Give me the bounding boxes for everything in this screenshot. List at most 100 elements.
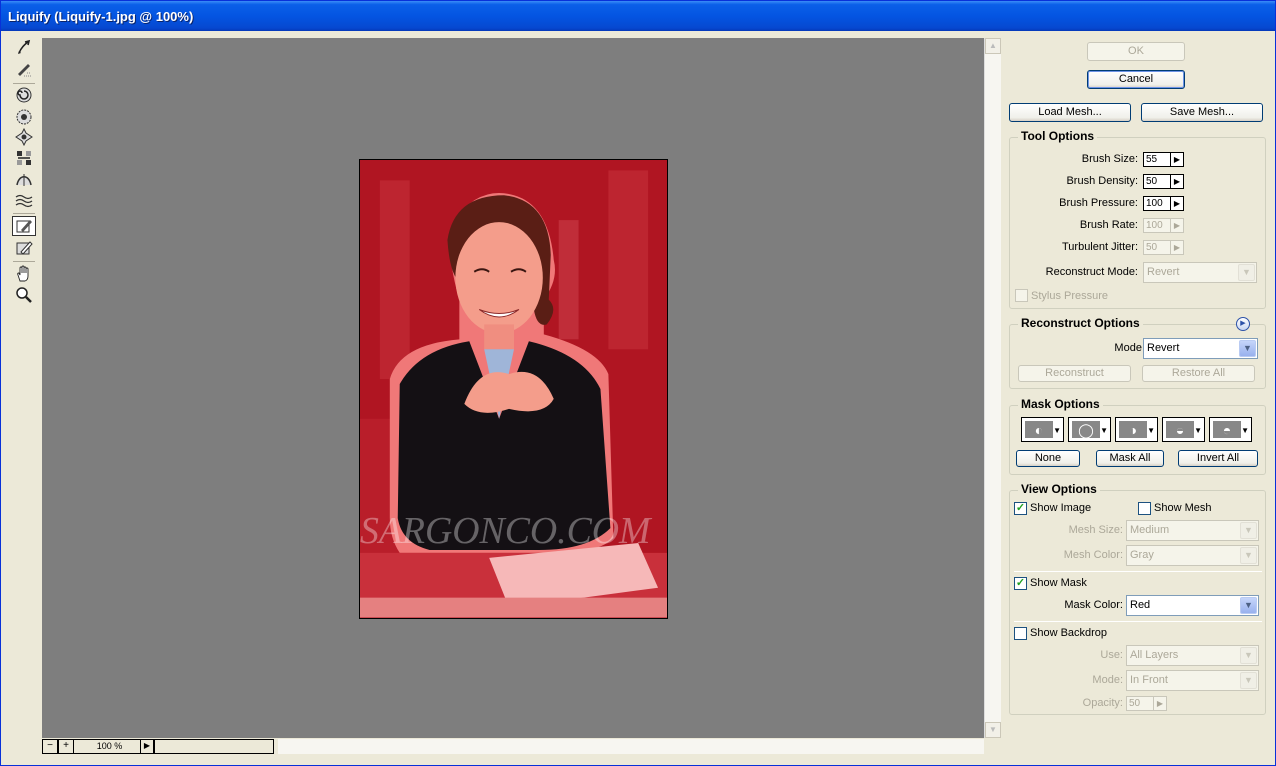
turbulent-jitter-field[interactable]: 50 [1143, 240, 1171, 255]
reconstruct-mode-dropdown[interactable]: Revert ▼ [1143, 338, 1258, 359]
turbulent-jitter-label: Turbulent Jitter: [1061, 241, 1138, 253]
twirl-clockwise-tool-icon[interactable] [12, 85, 36, 105]
thaw-mask-tool-icon[interactable] [12, 238, 36, 258]
brush-pressure-field[interactable]: 100 [1143, 196, 1171, 211]
mask-color-select[interactable]: Red ▼ [1126, 595, 1259, 616]
chevron-down-icon: ▼ [1240, 522, 1257, 539]
push-left-tool-icon[interactable] [12, 148, 36, 168]
zoom-tool-icon[interactable] [12, 285, 36, 305]
image-preview[interactable]: SARGONCO.COM [359, 159, 668, 619]
pucker-tool-icon[interactable] [12, 107, 36, 127]
bloat-tool-icon[interactable] [12, 127, 36, 147]
reconstruct-mode-value: Revert [1147, 266, 1180, 278]
load-mesh-button[interactable]: Load Mesh... [1009, 103, 1131, 122]
backdrop-use-label: Use: [1100, 649, 1123, 661]
mesh-color-label: Mesh Color: [1063, 549, 1123, 561]
hand-tool-icon[interactable] [12, 264, 36, 284]
backdrop-mode-value: In Front [1130, 674, 1168, 686]
show-backdrop-checkbox[interactable] [1014, 627, 1027, 640]
reconstruct-button[interactable]: Reconstruct [1018, 365, 1131, 382]
backdrop-use-select[interactable]: All Layers ▼ [1126, 645, 1259, 666]
show-mesh-checkbox[interactable] [1138, 502, 1151, 515]
brush-pressure-arrow-icon[interactable]: ▶ [1171, 196, 1184, 211]
toolbox-divider [13, 83, 35, 84]
mask-options-title: Mask Options [1018, 397, 1103, 411]
show-backdrop-label: Show Backdrop [1030, 627, 1108, 639]
liquify-dialog: Liquify (Liquify-1.jpg @ 100%) SARGONCO.… [0, 0, 1276, 766]
mesh-size-select[interactable]: Medium ▼ [1126, 520, 1259, 541]
mask-none-button[interactable]: None [1016, 450, 1080, 467]
tool-options-title: Tool Options [1018, 129, 1098, 143]
mask-add-button[interactable]: ◯ ▼ [1068, 417, 1111, 442]
brush-density-field[interactable]: 50 [1143, 174, 1171, 189]
reconstruct-options-title: Reconstruct Options [1018, 316, 1143, 330]
chevron-down-icon: ▼ [1238, 264, 1255, 281]
view-options-group: View Options ✓ Show Image Show Mesh Mesh… [1009, 482, 1266, 715]
cancel-button[interactable]: Cancel [1087, 70, 1185, 89]
chevron-down-icon: ▼ [1240, 547, 1257, 564]
freeze-mask-tool-icon[interactable] [12, 216, 36, 236]
brush-size-arrow-icon[interactable]: ▶ [1171, 152, 1184, 167]
mask-replace-button[interactable]: ◐ ▼ [1021, 417, 1064, 442]
watermark-text: SARGONCO.COM [360, 510, 653, 552]
save-mesh-button[interactable]: Save Mesh... [1141, 103, 1263, 122]
opacity-arrow-icon[interactable]: ▶ [1154, 696, 1167, 711]
mask-color-label: Mask Color: [1064, 599, 1123, 611]
invert-all-button[interactable]: Invert All [1178, 450, 1258, 467]
show-mask-checkbox[interactable]: ✓ [1014, 577, 1027, 590]
zoom-out-button[interactable]: − [42, 739, 58, 754]
mask-intersect-icon: ◒ [1166, 421, 1194, 438]
scroll-up-icon[interactable]: ▲ [985, 38, 1001, 54]
tool-options-group: Tool Options Brush Size: 55 ▶ Brush Dens… [1009, 129, 1266, 309]
stylus-pressure-checkbox[interactable] [1015, 289, 1028, 302]
zoom-menu-button[interactable]: ▶ [140, 739, 154, 754]
mask-invert-icon: ◓ [1213, 421, 1241, 438]
mask-replace-icon: ◐ [1025, 421, 1053, 438]
view-divider [1014, 621, 1262, 622]
toolbox [5, 33, 41, 765]
vertical-scrollbar[interactable]: ▲ ▼ [984, 38, 1001, 738]
mask-subtract-button[interactable]: ◑ ▼ [1115, 417, 1158, 442]
reconstruct-menu-icon[interactable]: ▶ [1236, 317, 1250, 331]
ok-button[interactable]: OK [1087, 42, 1185, 61]
reconstruct-options-group: Reconstruct Options ▶ Mode: Revert ▼ Rec… [1009, 316, 1266, 389]
backdrop-mode-label: Mode: [1092, 674, 1123, 686]
show-image-checkbox[interactable]: ✓ [1014, 502, 1027, 515]
horizontal-scrollbar[interactable] [278, 739, 984, 754]
turbulence-tool-icon[interactable] [12, 190, 36, 210]
zoom-level[interactable]: 100 % [74, 739, 146, 754]
chevron-down-icon: ▼ [1239, 340, 1256, 357]
mesh-size-value: Medium [1130, 524, 1170, 536]
brush-size-label: Brush Size: [1081, 153, 1138, 165]
brush-rate-arrow-icon[interactable]: ▶ [1171, 218, 1184, 233]
mesh-color-select[interactable]: Gray ▼ [1126, 545, 1259, 566]
forward-warp-tool-icon[interactable] [12, 37, 36, 57]
brush-density-label: Brush Density: [1066, 175, 1138, 187]
show-image-label: Show Image [1030, 502, 1092, 514]
backdrop-opacity-field[interactable]: 50 [1126, 696, 1154, 711]
mask-all-button[interactable]: Mask All [1096, 450, 1164, 467]
zoom-bar: − + 100 % ▶ [42, 738, 1001, 755]
mask-invert-button[interactable]: ◓ ▼ [1209, 417, 1252, 442]
chevron-down-icon: ▼ [1240, 672, 1257, 689]
mirror-tool-icon[interactable] [12, 169, 36, 189]
brush-rate-label: Brush Rate: [1079, 219, 1138, 231]
toolbox-divider [13, 213, 35, 214]
brush-density-arrow-icon[interactable]: ▶ [1171, 174, 1184, 189]
turbulent-jitter-arrow-icon[interactable]: ▶ [1171, 240, 1184, 255]
preview-canvas[interactable]: SARGONCO.COM [42, 38, 984, 738]
brush-rate-field[interactable]: 100 [1143, 218, 1171, 233]
reconstruct-tool-icon[interactable] [12, 59, 36, 79]
mask-intersect-button[interactable]: ◒ ▼ [1162, 417, 1205, 442]
mask-subtract-icon: ◑ [1119, 421, 1147, 438]
restore-all-button[interactable]: Restore All [1142, 365, 1255, 382]
reconstruct-mode-select[interactable]: Revert ▼ [1143, 262, 1257, 283]
chevron-down-icon: ▼ [1240, 647, 1257, 664]
title-bar[interactable]: Liquify (Liquify-1.jpg @ 100%) [1, 1, 1275, 31]
zoom-in-button[interactable]: + [58, 739, 74, 754]
backdrop-mode-select[interactable]: In Front ▼ [1126, 670, 1259, 691]
scroll-down-icon[interactable]: ▼ [985, 722, 1001, 738]
brush-size-field[interactable]: 55 [1143, 152, 1171, 167]
stylus-pressure-label: Stylus Pressure [1031, 290, 1109, 302]
backdrop-use-value: All Layers [1130, 649, 1179, 661]
